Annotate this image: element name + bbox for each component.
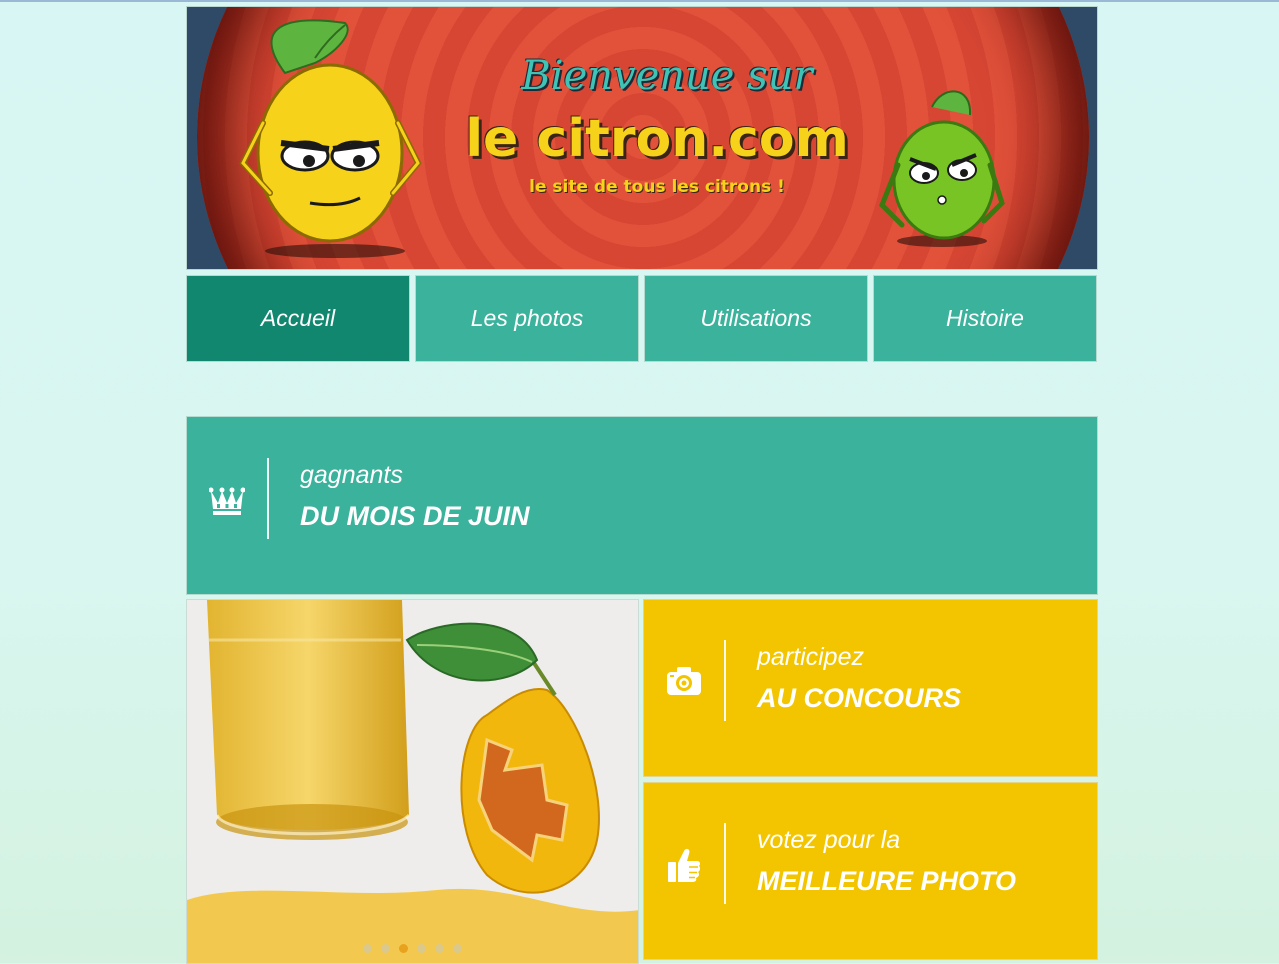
vote-tile[interactable]: votez pour la MEILLEURE PHOTO [643, 782, 1098, 960]
camera-icon [664, 663, 704, 699]
slideshow-dots [187, 944, 638, 953]
thumbs-up-icon [664, 845, 704, 885]
vote-divider [724, 823, 726, 904]
contest-big-text: AU CONCOURS [757, 683, 962, 713]
winners-divider [267, 458, 269, 539]
contest-tile[interactable]: participez AU CONCOURS [643, 599, 1098, 777]
window-top-border [0, 0, 1279, 2]
banner-title-line2: le citron.com [465, 109, 849, 169]
contest-divider [724, 640, 726, 721]
photo-slideshow[interactable] [186, 599, 639, 964]
banner-subtitle: le site de tous les citrons ! [529, 177, 785, 197]
slide-dot[interactable] [381, 944, 390, 953]
main-navigation: Accueil Les photos Utilisations Histoire [186, 275, 1098, 362]
slide-dot-active[interactable] [399, 944, 408, 953]
header-banner: Bienvenue sur le citron.com le site de t… [186, 6, 1098, 270]
nav-item-utilisations[interactable]: Utilisations [644, 275, 868, 362]
nav-item-accueil[interactable]: Accueil [186, 275, 410, 362]
winners-small-text: gagnants [300, 461, 403, 489]
slide-dot[interactable] [435, 944, 444, 953]
contest-small-text: participez [757, 643, 864, 671]
nav-item-les-photos[interactable]: Les photos [415, 275, 639, 362]
slide-dot[interactable] [363, 944, 372, 953]
slide-dot[interactable] [453, 944, 462, 953]
vote-small-text: votez pour la [757, 826, 901, 854]
winners-tile[interactable]: gagnants DU MOIS DE JUIN [186, 416, 1098, 595]
green-lime-mascot [879, 90, 1005, 247]
yellow-lemon-mascot [239, 19, 422, 258]
vote-big-text: MEILLEURE PHOTO [757, 866, 1017, 896]
winners-big-text: DU MOIS DE JUIN [300, 501, 530, 531]
nav-item-histoire[interactable]: Histoire [873, 275, 1097, 362]
slide-dot[interactable] [417, 944, 426, 953]
crown-icon [207, 481, 247, 521]
banner-title-line1: Bienvenue sur [521, 53, 813, 99]
lemon-juice-photo [187, 600, 638, 963]
